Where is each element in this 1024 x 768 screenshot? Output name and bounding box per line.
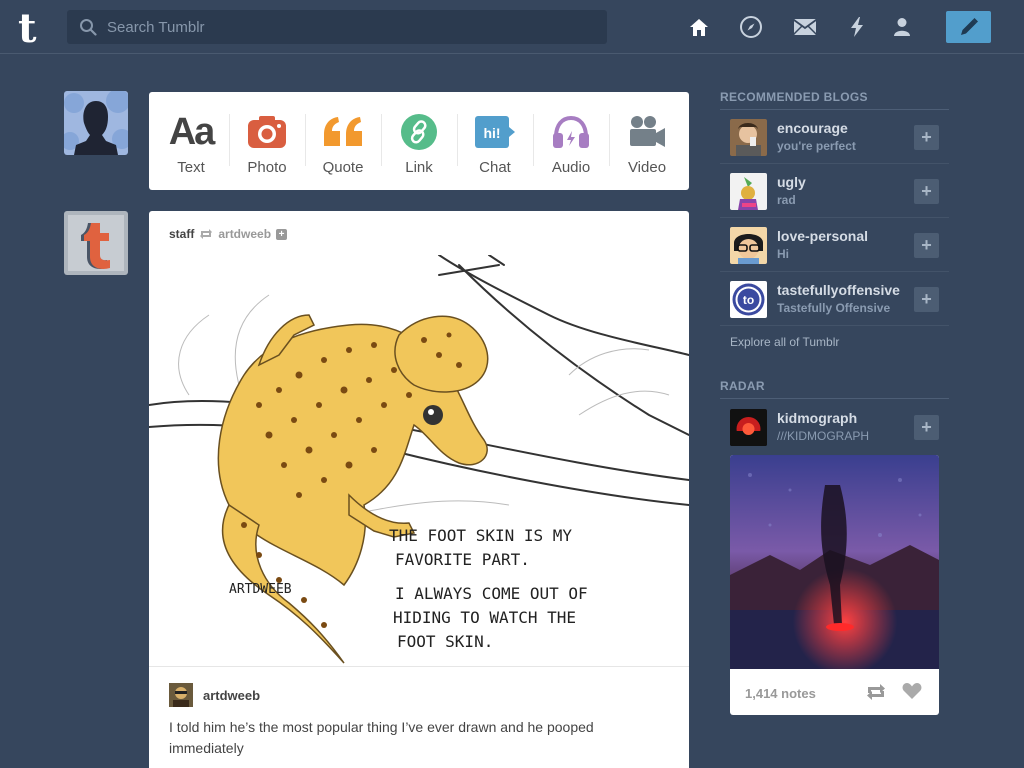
- recommended-blog-love-personal[interactable]: love-personal Hi +: [720, 218, 949, 272]
- dashboard-post: staff artdweeb + THE FOOT SKIN IS MY FAV…: [149, 211, 689, 768]
- svg-text:THE FOOT SKIN IS MY: THE FOOT SKIN IS MY: [389, 526, 572, 545]
- ugly-avatar[interactable]: [730, 173, 767, 210]
- tastefullyoffensive-avatar[interactable]: to: [730, 281, 767, 318]
- recommended-blog-ugly[interactable]: ugly rad +: [720, 164, 949, 218]
- svg-text:ARTDWEEB: ARTDWEEB: [229, 582, 292, 597]
- explore-compass-icon[interactable]: [736, 12, 766, 42]
- svg-text:t: t: [18, 6, 37, 48]
- follow-button-kidmograph[interactable]: +: [914, 415, 939, 440]
- reblog-icon: [200, 229, 213, 239]
- link-icon: [401, 110, 437, 154]
- radar-post-image[interactable]: [730, 455, 939, 669]
- like-heart-icon[interactable]: [902, 682, 922, 705]
- reblogged-from-link[interactable]: artdweeb: [218, 227, 271, 241]
- pencil-icon: [960, 18, 978, 35]
- artdweeb-avatar[interactable]: [169, 683, 193, 707]
- inbox-mail-icon[interactable]: [790, 12, 820, 42]
- post-image-gecko[interactable]: THE FOOT SKIN IS MY FAVORITE PART. I ALW…: [149, 255, 689, 665]
- headphones-icon: [551, 110, 591, 154]
- compose-post-button[interactable]: [946, 11, 991, 43]
- follow-button-encourage[interactable]: +: [914, 125, 939, 150]
- post-type-quote[interactable]: Quote: [305, 102, 381, 180]
- radar-divider: [720, 398, 949, 399]
- post-author-link[interactable]: staff: [169, 227, 194, 241]
- search-input[interactable]: [107, 10, 597, 44]
- radar-notes-count[interactable]: 1,414 notes: [745, 686, 816, 701]
- svg-text:HIDING TO WATCH THE: HIDING TO WATCH THE: [393, 608, 576, 627]
- post-header: staff artdweeb +: [169, 227, 288, 241]
- follow-button-love-personal[interactable]: +: [914, 233, 939, 258]
- post-type-chat[interactable]: hi! Chat: [457, 102, 533, 180]
- follow-plus-icon[interactable]: +: [276, 228, 288, 240]
- recommended-blog-tastefullyoffensive[interactable]: to tastefullyoffensive Tastefully Offens…: [720, 272, 949, 326]
- love-personal-avatar[interactable]: [730, 227, 767, 264]
- svg-text:FAVORITE PART.: FAVORITE PART.: [395, 550, 530, 569]
- account-person-icon[interactable]: [887, 12, 917, 42]
- radar-title: RADAR: [720, 379, 765, 393]
- search-box[interactable]: [67, 10, 607, 44]
- quote-icon: [322, 110, 364, 154]
- svg-text:hi!: hi!: [483, 125, 500, 141]
- post-type-text[interactable]: Aa Text: [153, 102, 229, 180]
- follow-button-ugly[interactable]: +: [914, 179, 939, 204]
- recommended-blog-encourage[interactable]: encourage you're perfect +: [720, 110, 949, 164]
- caption-author[interactable]: artdweeb: [169, 683, 260, 707]
- text-aa-icon: Aa: [168, 110, 216, 153]
- svg-text:to: to: [743, 293, 754, 307]
- staff-avatar[interactable]: [64, 211, 128, 275]
- post-type-video[interactable]: Video: [609, 102, 685, 180]
- svg-text:FOOT SKIN.: FOOT SKIN.: [397, 632, 493, 651]
- camera-icon: [247, 110, 287, 154]
- kidmograph-avatar[interactable]: [730, 409, 767, 446]
- post-divider: [149, 666, 689, 667]
- post-type-link[interactable]: Link: [381, 102, 457, 180]
- post-type-bar: Aa Text Photo Quote Link hi! Chat Audio: [149, 92, 689, 190]
- post-caption: I told him he’s the most popular thing I…: [169, 719, 594, 756]
- post-type-audio[interactable]: Audio: [533, 102, 609, 180]
- radar-post-card: 1,414 notes: [730, 455, 939, 715]
- video-camera-icon: [627, 110, 667, 154]
- encourage-avatar[interactable]: [730, 119, 767, 156]
- recommended-blogs-title: RECOMMENDED BLOGS: [720, 90, 868, 104]
- search-icon: [80, 19, 97, 36]
- svg-text:I ALWAYS COME OUT OF: I ALWAYS COME OUT OF: [395, 584, 588, 603]
- top-navigation-bar: t: [0, 0, 1024, 54]
- home-icon[interactable]: [684, 12, 714, 42]
- reblog-icon[interactable]: [865, 683, 887, 706]
- user-avatar[interactable]: [64, 91, 128, 155]
- radar-blog-kidmograph[interactable]: kidmograph ///KIDMOGRAPH +: [720, 400, 949, 454]
- caption-author-name[interactable]: artdweeb: [203, 688, 260, 703]
- activity-lightning-icon[interactable]: [842, 12, 872, 42]
- chat-bubble-icon: hi!: [474, 110, 516, 154]
- follow-button-tastefullyoffensive[interactable]: +: [914, 287, 939, 312]
- post-type-photo[interactable]: Photo: [229, 102, 305, 180]
- tumblr-logo[interactable]: t: [14, 5, 54, 52]
- explore-all-link[interactable]: Explore all of Tumblr: [730, 335, 839, 349]
